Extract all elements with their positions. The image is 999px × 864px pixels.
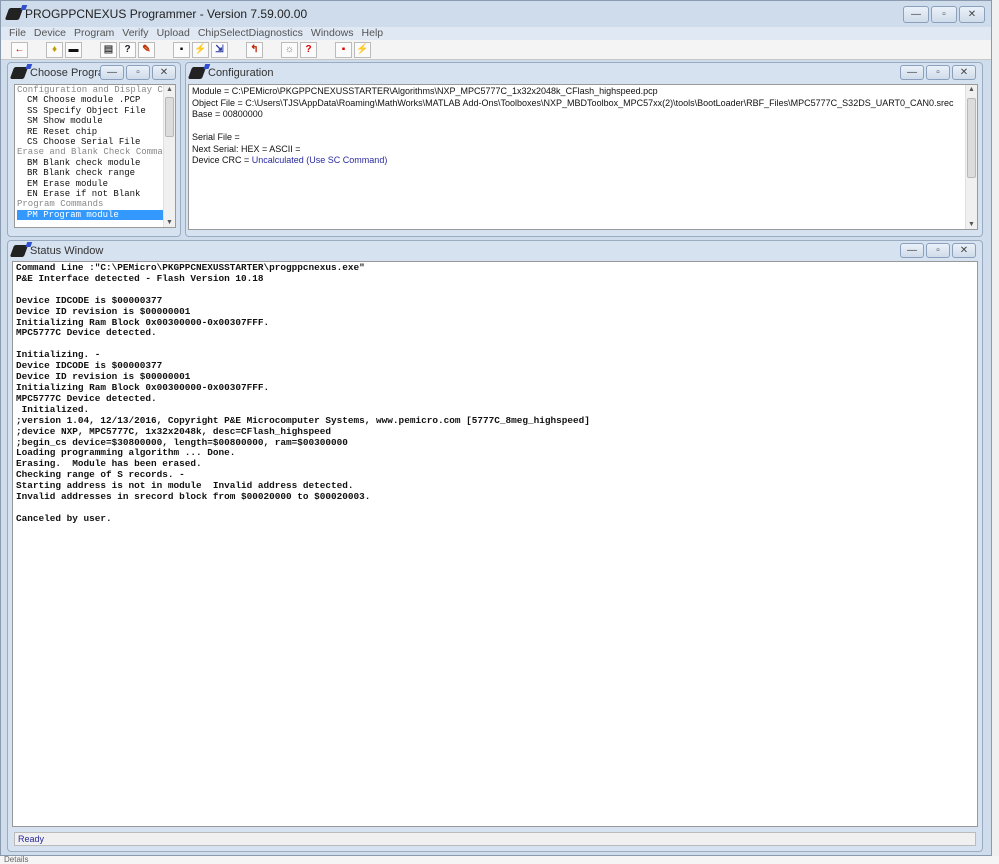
command-item[interactable]: CM Choose module .PCP <box>17 95 175 105</box>
configuration-titlebar: Configuration — ▫ ✕ <box>186 63 982 83</box>
settings-icon[interactable]: ☼ <box>281 41 298 58</box>
program-icon[interactable]: ⚡ <box>192 41 209 58</box>
status-bar: Ready <box>14 832 976 846</box>
app-logo-icon <box>4 8 24 20</box>
maximize-button[interactable]: ▫ <box>926 65 950 80</box>
verify-icon[interactable]: ⇲ <box>211 41 228 58</box>
help-window-icon[interactable]: ? <box>119 41 136 58</box>
red-save-icon[interactable]: ▪ <box>335 41 352 58</box>
command-item[interactable]: BM Blank check module <box>17 158 175 168</box>
pencil-icon[interactable]: ✎ <box>138 41 155 58</box>
minimize-button[interactable]: — <box>903 5 929 23</box>
window-title: Configuration <box>208 67 274 79</box>
main-window: PROGPPCNEXUS Programmer - Version 7.59.0… <box>0 0 992 856</box>
save-icon[interactable]: ▪ <box>173 41 190 58</box>
menu-device[interactable]: Device <box>34 27 66 40</box>
bar-icon[interactable]: ▬ <box>65 41 82 58</box>
menu-program[interactable]: Program <box>74 27 114 40</box>
status-window: Status Window — ▫ ✕ Command Line :"C:\PE… <box>7 240 983 852</box>
close-button[interactable]: ✕ <box>959 5 985 23</box>
upload-icon[interactable]: ↰ <box>246 41 263 58</box>
command-item[interactable]: SM Show module <box>17 116 175 126</box>
status-titlebar: Status Window — ▫ ✕ <box>8 241 982 261</box>
crc-label: Device CRC = <box>192 155 252 165</box>
crc-value: Uncalculated (Use SC Command) <box>251 155 388 165</box>
base-address: Base = 00800000 <box>192 109 263 119</box>
window-title: Status Window <box>30 245 104 257</box>
maximize-button[interactable]: ▫ <box>931 5 957 23</box>
next-serial: Next Serial: HEX = ASCII = <box>192 143 301 154</box>
menu-file[interactable]: File <box>9 27 26 40</box>
minimize-button[interactable]: — <box>900 65 924 80</box>
configuration-text: Module = C:\PEMicro\PKGPPCNEXUSSTARTER\A… <box>189 85 977 168</box>
menu-verify[interactable]: Verify <box>122 27 148 40</box>
close-button[interactable]: ✕ <box>952 65 976 80</box>
command-group-header: Erase and Blank Check Comman <box>17 147 169 158</box>
toolbar: ← ♦ ▬ ▤? ✎ ▪ ⚡ ⇲ ↰ ☼? ▪ ⚡ <box>1 40 991 60</box>
status-log: Command Line :"C:\PEMicro\PKGPPCNEXUSSTA… <box>16 262 590 524</box>
command-item[interactable]: CS Choose Serial File <box>17 137 175 147</box>
configuration-window: Configuration — ▫ ✕ Module = C:\PEMicro\… <box>185 62 983 237</box>
menu-chipselectdiagnostics[interactable]: ChipSelectDiagnostics <box>198 27 303 40</box>
help-icon[interactable]: ? <box>300 41 317 58</box>
maximize-button[interactable]: ▫ <box>126 65 150 80</box>
minimize-button[interactable]: — <box>100 65 124 80</box>
choose-program-window: Choose Progra... — ▫ ✕ Configuration and… <box>7 62 181 237</box>
command-list-scrollbar[interactable]: ▲ ▼ <box>163 85 175 227</box>
arrow-left-icon[interactable]: ← <box>11 41 28 58</box>
maximize-button[interactable]: ▫ <box>926 243 950 258</box>
object-file-path: Object File = C:\Users\TJS\AppData\Roami… <box>192 97 954 108</box>
close-button[interactable]: ✕ <box>152 65 176 80</box>
menu-help[interactable]: Help <box>362 27 384 40</box>
menu-windows[interactable]: Windows <box>311 27 354 40</box>
menu-upload[interactable]: Upload <box>157 27 190 40</box>
window-logo-icon <box>187 67 207 79</box>
app-title: PROGPPCNEXUS Programmer - Version 7.59.0… <box>25 7 308 21</box>
command-list[interactable]: Configuration and Display Co CM Choose mo… <box>15 85 175 221</box>
bulb-icon[interactable]: ♦ <box>46 41 63 58</box>
minimize-button[interactable]: — <box>900 243 924 258</box>
status-ready: Ready <box>18 834 45 844</box>
command-item[interactable]: PM Program module <box>17 209 175 221</box>
window-logo-icon <box>9 245 29 257</box>
serial-file: Serial File = <box>192 132 240 142</box>
device-crc: Device CRC = Uncalculated (Use SC Comman… <box>192 155 974 167</box>
command-group-header: Program Commands <box>17 199 104 210</box>
title-bar: PROGPPCNEXUS Programmer - Version 7.59.0… <box>1 1 991 27</box>
window-icon[interactable]: ▤ <box>100 41 117 58</box>
command-item[interactable]: EN Erase if not Blank <box>17 189 175 199</box>
details-label: Details <box>4 855 29 864</box>
module-path: Module = C:\PEMicro\PKGPPCNEXUSSTARTER\A… <box>192 86 658 96</box>
choose-program-titlebar: Choose Progra... — ▫ ✕ <box>8 63 180 83</box>
command-item[interactable]: EM Erase module <box>17 179 175 189</box>
window-logo-icon <box>9 67 29 79</box>
command-group-header: Configuration and Display Co <box>17 85 169 95</box>
flash-icon[interactable]: ⚡ <box>354 41 371 58</box>
configuration-scrollbar[interactable]: ▲ ▼ <box>965 85 977 229</box>
menu-bar: File Device Program Verify Upload ChipSelectD… <box>1 27 991 40</box>
command-item[interactable]: RE Reset chip <box>17 127 175 137</box>
close-button[interactable]: ✕ <box>952 243 976 258</box>
command-item[interactable]: BR Blank check range <box>17 168 175 178</box>
command-item[interactable]: SS Specify Object File <box>17 106 175 116</box>
details-strip: Details <box>0 856 999 864</box>
